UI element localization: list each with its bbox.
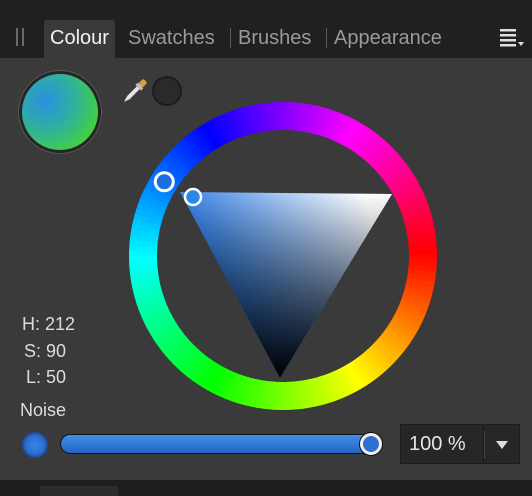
colour-wheel[interactable] [0, 0, 532, 496]
hue-readout: H: 212 [22, 314, 76, 334]
hue-handle-fill [157, 174, 172, 189]
sl-handle[interactable] [183, 187, 203, 207]
noise-slider-thumb[interactable] [360, 433, 382, 455]
triangle-black-overlay [180, 192, 392, 378]
noise-slider-fill [61, 435, 375, 453]
panel-footer [0, 480, 532, 496]
noise-slider[interactable] [60, 434, 376, 454]
noise-icon [22, 432, 48, 458]
hue-ring-segment [408, 254, 437, 262]
saturation-readout: S: 90 [24, 341, 67, 361]
noise-dropdown-button[interactable] [484, 424, 520, 464]
lightness-readout: L: 50 [26, 367, 67, 387]
noise-value-field[interactable]: 100 % [400, 424, 484, 464]
dropdown-arrow-icon [496, 441, 508, 449]
noise-label: Noise [20, 400, 67, 420]
